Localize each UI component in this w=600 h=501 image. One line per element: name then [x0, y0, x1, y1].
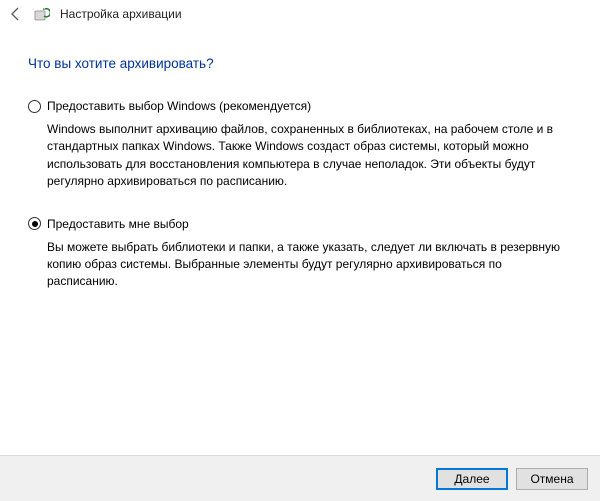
option-label: Предоставить мне выбор — [47, 217, 189, 231]
wizard-title: Настройка архивации — [60, 7, 182, 21]
option-windows-choice: Предоставить выбор Windows (рекомендуетс… — [28, 99, 572, 191]
option-description: Вы можете выбрать библиотеки и папки, а … — [47, 239, 567, 291]
wizard-footer: Далее Отмена — [0, 455, 600, 501]
page-heading: Что вы хотите архивировать? — [28, 56, 572, 71]
option-label: Предоставить выбор Windows (рекомендуетс… — [47, 99, 311, 113]
cancel-button[interactable]: Отмена — [516, 468, 588, 490]
backup-icon — [34, 6, 50, 22]
radio-icon[interactable] — [28, 217, 41, 230]
radio-icon[interactable] — [28, 100, 41, 113]
next-button[interactable]: Далее — [436, 468, 508, 490]
option-windows-choice-head[interactable]: Предоставить выбор Windows (рекомендуетс… — [28, 99, 572, 113]
option-description: Windows выполнит архивацию файлов, сохра… — [47, 121, 567, 191]
option-user-choice: Предоставить мне выбор Вы можете выбрать… — [28, 217, 572, 291]
wizard-content: Что вы хотите архивировать? Предоставить… — [0, 26, 600, 291]
back-icon[interactable] — [8, 6, 24, 22]
option-user-choice-head[interactable]: Предоставить мне выбор — [28, 217, 572, 231]
wizard-header: Настройка архивации — [0, 0, 600, 26]
